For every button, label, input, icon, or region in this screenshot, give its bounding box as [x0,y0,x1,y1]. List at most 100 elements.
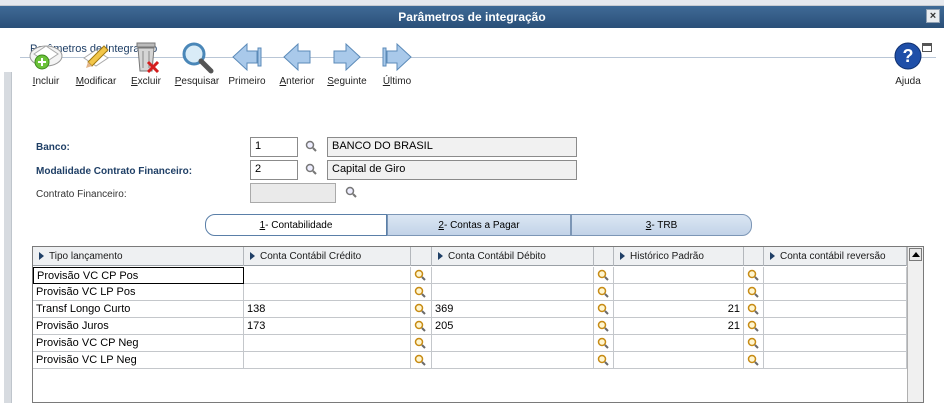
lookup-search-icon[interactable] [411,335,432,352]
modalidade-search-icon[interactable] [305,163,317,175]
lookup-search-icon[interactable] [594,267,614,284]
modificar-button[interactable]: Modificar [72,40,120,92]
lookup-search-icon[interactable] [594,335,614,352]
first-arrow-icon [229,40,265,74]
cell-tipo[interactable]: Provisão VC LP Pos [33,284,244,301]
cell-debito[interactable] [432,335,594,352]
cell-credito[interactable] [244,267,411,284]
cell-tipo[interactable]: Provisão VC LP Neg [33,352,244,369]
cell-debito[interactable] [432,352,594,369]
cell-tipo[interactable]: Provisão VC CP Pos [33,267,244,284]
tab-contas-a-pagar[interactable]: 2 - Contas a Pagar [387,214,571,236]
cell-reversao[interactable] [764,267,907,284]
column-header-debito-lookup [594,247,614,266]
next-arrow-icon [329,40,365,74]
modalidade-code-field[interactable]: 2 [250,160,298,180]
table-row[interactable]: Transf Longo Curto 138 369 21 [33,301,907,318]
cell-credito[interactable] [244,335,411,352]
edit-pencil-icon [78,40,114,74]
magnifier-icon [179,40,215,74]
lookup-search-icon[interactable] [594,318,614,335]
scroll-up-arrow-icon[interactable] [909,248,922,261]
lookup-search-icon[interactable] [744,301,764,318]
cell-credito[interactable]: 138 [244,301,411,318]
seguinte-button[interactable]: Seguinte [323,40,371,92]
column-header-tipo[interactable]: Tipo lançamento [33,247,244,266]
column-header-historico-lookup [744,247,764,266]
tab-contabilidade[interactable]: 1 - Contabilidade [205,214,387,236]
column-header-historico[interactable]: Histórico Padrão [614,247,744,266]
lookup-search-icon[interactable] [744,335,764,352]
lookup-search-icon[interactable] [411,318,432,335]
table-row[interactable]: Provisão VC CP Neg [33,335,907,352]
cell-tipo[interactable]: Provisão VC CP Neg [33,335,244,352]
ultimo-button[interactable]: Último [373,40,421,92]
cell-reversao[interactable] [764,335,907,352]
lookup-search-icon[interactable] [594,284,614,301]
cell-tipo[interactable]: Provisão Juros [33,318,244,335]
cell-historico[interactable]: 21 [614,318,744,335]
lookup-search-icon[interactable] [744,318,764,335]
ajuda-button[interactable]: ? Ajuda [884,40,932,92]
pesquisar-button[interactable]: Pesquisar [173,40,221,92]
cell-debito[interactable]: 205 [432,318,594,335]
table-row[interactable]: Provisão VC LP Pos [33,284,907,301]
cell-historico[interactable] [614,284,744,301]
modalidade-desc-field: Capital de Giro [327,160,577,180]
cell-debito[interactable] [432,284,594,301]
window-titlebar: Parâmetros de integração × [0,6,944,28]
column-header-reversao[interactable]: Conta contábil reversão [764,247,907,266]
close-button[interactable]: × [926,9,940,23]
lookup-search-icon[interactable] [411,301,432,318]
lookup-search-icon[interactable] [411,352,432,369]
contrato-label: Contrato Financeiro: [36,189,127,200]
cell-historico[interactable] [614,267,744,284]
svg-text:?: ? [903,46,914,66]
trash-icon [128,40,164,74]
cell-reversao[interactable] [764,301,907,318]
add-person-icon [28,40,64,74]
incluir-button[interactable]: Incluir [22,40,70,92]
lookup-search-icon[interactable] [744,352,764,369]
left-scroll-bar [4,72,12,403]
column-header-credito-lookup [411,247,432,266]
cell-credito[interactable] [244,284,411,301]
contrato-code-field[interactable] [250,183,336,203]
lookup-search-icon[interactable] [744,284,764,301]
contrato-search-icon[interactable] [345,186,357,198]
cell-credito[interactable] [244,352,411,369]
anterior-button[interactable]: Anterior [273,40,321,92]
lookup-search-icon[interactable] [411,267,432,284]
help-icon: ? [890,40,926,74]
grid-scrollbar[interactable] [907,247,923,402]
banco-code-field[interactable]: 1 [250,137,298,157]
lookup-search-icon[interactable] [594,301,614,318]
cell-historico[interactable] [614,352,744,369]
banco-search-icon[interactable] [305,140,317,152]
excluir-button[interactable]: Excluir [122,40,170,92]
table-row[interactable]: Provisão VC LP Neg [33,352,907,369]
primeiro-button[interactable]: Primeiro [223,40,271,92]
cell-reversao[interactable] [764,284,907,301]
last-arrow-icon [379,40,415,74]
modalidade-label: Modalidade Contrato Financeiro: [36,166,193,177]
grid-header: Tipo lançamento Conta Contábil Crédito C… [33,247,907,266]
lookup-search-icon[interactable] [411,284,432,301]
cell-credito[interactable]: 173 [244,318,411,335]
banco-label: Banco: [36,142,70,153]
cell-tipo[interactable]: Transf Longo Curto [33,301,244,318]
table-row[interactable]: Provisão Juros 173 205 21 [33,318,907,335]
column-header-credito[interactable]: Conta Contábil Crédito [244,247,411,266]
cell-reversao[interactable] [764,318,907,335]
lookup-search-icon[interactable] [594,352,614,369]
table-row[interactable]: Provisão VC CP Pos [33,267,907,284]
tab-trb[interactable]: 3 - TRB [571,214,752,236]
column-header-debito[interactable]: Conta Contábil Débito [432,247,594,266]
cell-reversao[interactable] [764,352,907,369]
cell-historico[interactable] [614,335,744,352]
cell-debito[interactable] [432,267,594,284]
integration-grid: Tipo lançamento Conta Contábil Crédito C… [32,246,924,403]
cell-historico[interactable]: 21 [614,301,744,318]
cell-debito[interactable]: 369 [432,301,594,318]
lookup-search-icon[interactable] [744,267,764,284]
